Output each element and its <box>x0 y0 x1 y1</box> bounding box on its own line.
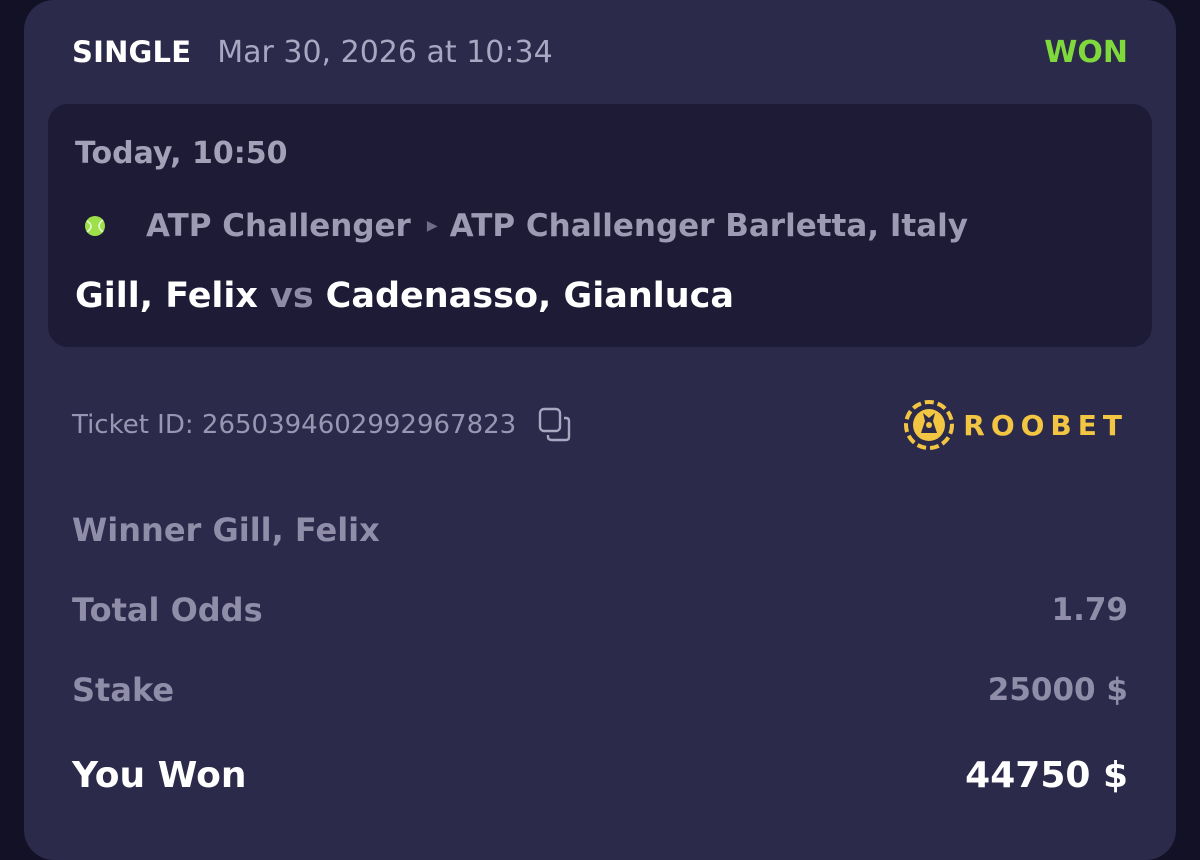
bet-header: SINGLE Mar 30, 2026 at 10:34 WON <box>72 30 1128 74</box>
brand-name: ROOBET <box>963 408 1128 442</box>
stake-value: 25000 $ <box>987 672 1128 708</box>
ticket-row: Ticket ID: 2650394602992967823 ROOBET <box>72 400 1128 450</box>
caret-right-icon: ▶ <box>426 218 438 234</box>
brand: ROOBET <box>903 399 1128 451</box>
stake-label: Stake <box>72 671 175 709</box>
total-odds-value: 1.79 <box>1051 592 1129 628</box>
selection-label: Winner Gill, Felix <box>72 511 380 549</box>
payout-row: You Won 44750 $ <box>72 748 1128 802</box>
vs-separator: vs <box>270 276 314 316</box>
you-won-value: 44750 $ <box>965 754 1128 796</box>
match-title: Gill, Felix vs Cadenasso, Gianluca <box>75 276 734 316</box>
ticket-id: Ticket ID: 2650394602992967823 <box>72 410 517 440</box>
roobet-logo <box>904 400 955 450</box>
tennis-ball-icon <box>85 216 105 236</box>
player-home: Gill, Felix <box>75 276 258 316</box>
bet-date: Mar 30, 2026 at 10:34 <box>217 34 553 70</box>
event-time: Today, 10:50 <box>75 136 288 171</box>
tournament-link[interactable]: ATP Challenger Barletta, Italy <box>450 208 968 244</box>
total-odds-label: Total Odds <box>72 591 263 629</box>
selection-row: Winner Gill, Felix <box>72 505 1128 555</box>
league-link[interactable]: ATP Challenger <box>146 208 411 244</box>
stake-row: Stake 25000 $ <box>72 666 1128 714</box>
breadcrumb: ATP Challenger ▶ ATP Challenger Barletta… <box>84 204 968 248</box>
status-badge: WON <box>1044 34 1128 70</box>
event-panel[interactable]: Today, 10:50 ATP Challenger ▶ ATP Challe… <box>48 104 1152 347</box>
copy-icon[interactable] <box>538 407 572 443</box>
player-away: Cadenasso, Gianluca <box>325 276 735 316</box>
bet-card: SINGLE Mar 30, 2026 at 10:34 WON Today, … <box>24 0 1176 860</box>
bet-type: SINGLE <box>72 35 192 69</box>
you-won-label: You Won <box>72 754 247 796</box>
odds-row: Total Odds 1.79 <box>72 586 1128 634</box>
